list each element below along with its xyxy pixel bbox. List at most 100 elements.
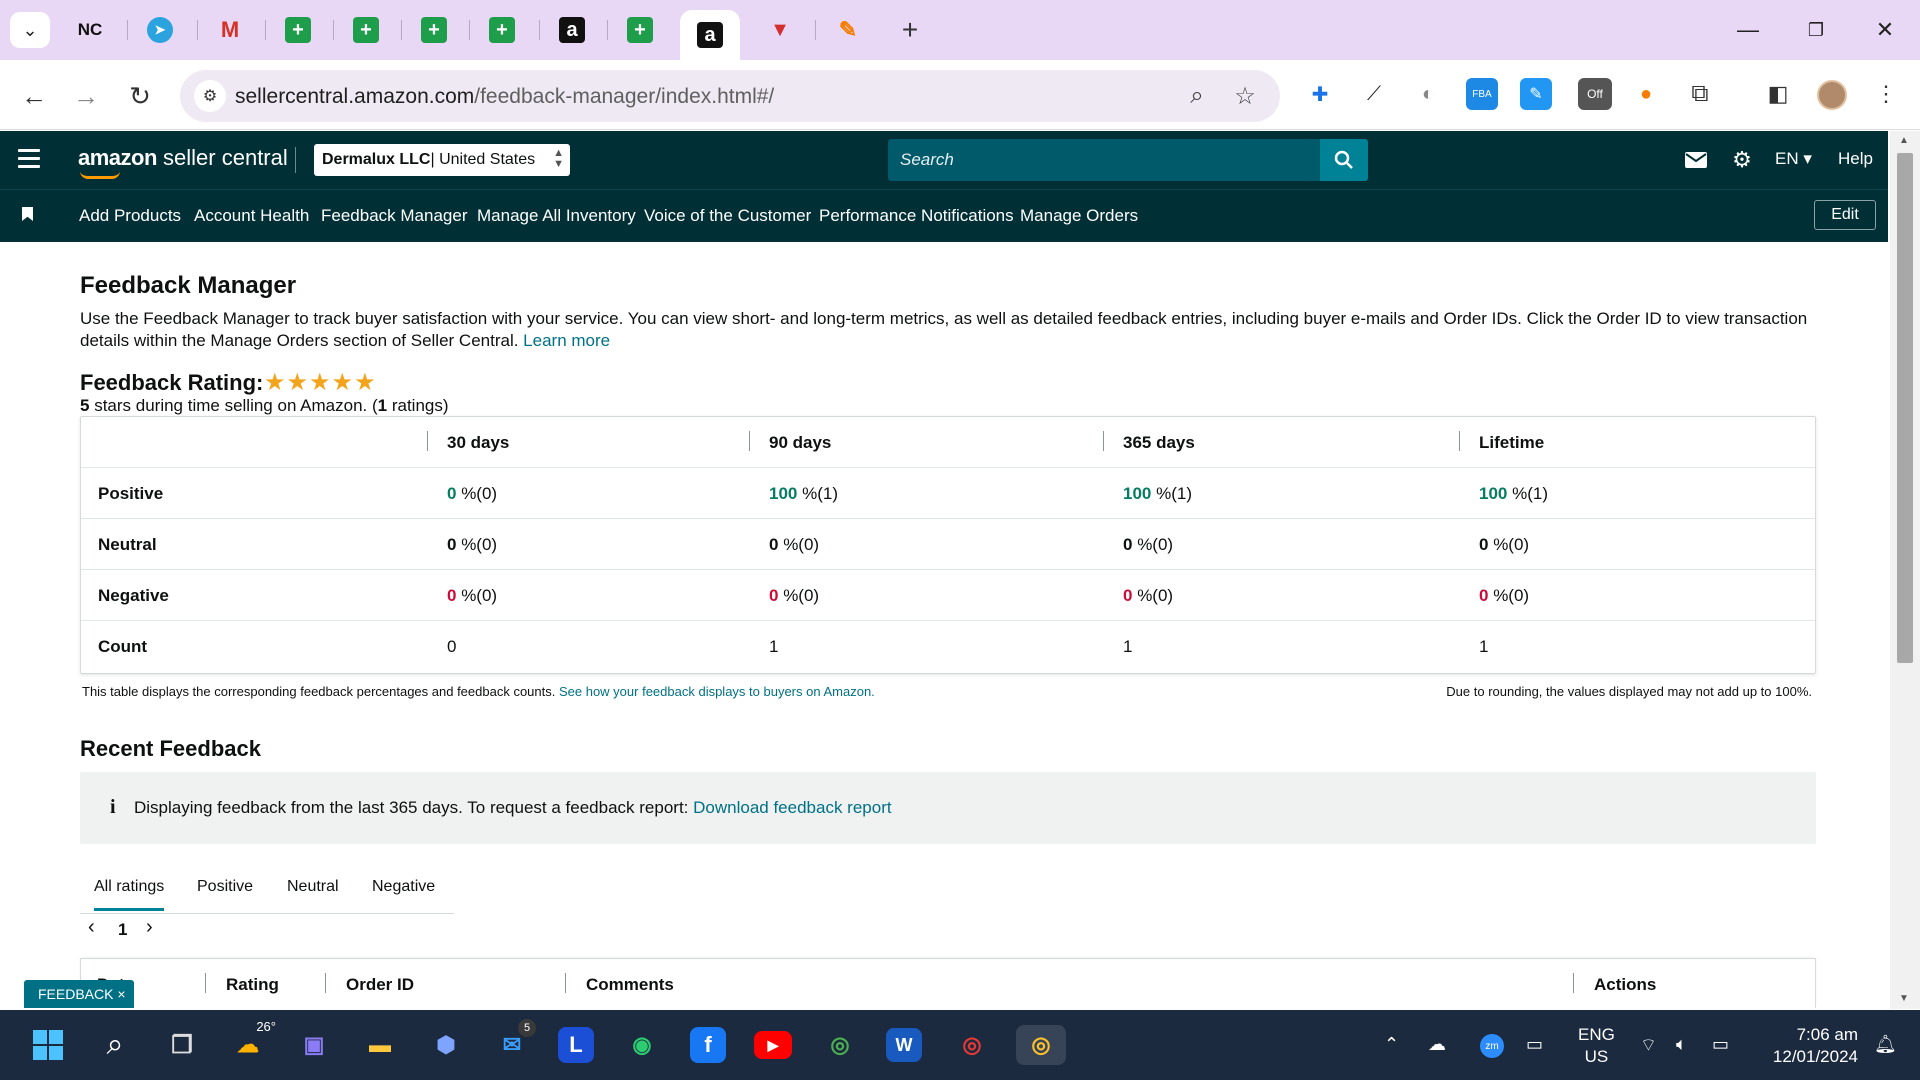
tab-neutral[interactable]: Neutral <box>287 878 339 896</box>
browser-menu-icon[interactable]: ⋮ <box>1870 78 1902 110</box>
help-link[interactable]: Help <box>1838 149 1873 169</box>
page-scrollbar[interactable]: ▲ ▼ <box>1890 131 1920 1009</box>
feedback-display-link[interactable]: See how your feedback displays to buyers… <box>559 684 875 699</box>
battery-icon[interactable]: ▭ <box>1712 1034 1729 1055</box>
mail-app-icon[interactable]: ✉ 5 <box>492 1019 536 1065</box>
download-feedback-report-link[interactable]: Download feedback report <box>693 798 891 817</box>
scroll-thumb[interactable] <box>1897 153 1913 663</box>
feedback-chip-button[interactable]: FEEDBACK × <box>24 980 134 1008</box>
tab-amazon-1[interactable]: a <box>540 10 604 50</box>
language-selector[interactable]: EN ▾ <box>1775 149 1812 169</box>
account-selector[interactable]: Dermalux LLC | United States ▲ ▼ <box>314 144 570 176</box>
file-explorer-icon[interactable]: ▬ <box>360 1025 400 1065</box>
language-indicator[interactable]: ENG US <box>1578 1024 1615 1068</box>
onedrive-icon[interactable]: ☁ <box>1428 1034 1446 1055</box>
zoom-icon[interactable]: ⌕ <box>1183 82 1211 110</box>
mail-icon[interactable] <box>1682 146 1710 174</box>
zoom-icon[interactable]: zm <box>1480 1034 1504 1058</box>
bookmark-icon[interactable] <box>22 207 33 221</box>
sheets-icon: + <box>627 17 653 43</box>
tray-overflow-icon[interactable]: ⌃ <box>1384 1034 1399 1055</box>
profile-avatar[interactable] <box>1817 80 1847 110</box>
sheets-icon: + <box>285 17 311 43</box>
word-icon[interactable]: W <box>886 1028 922 1062</box>
youtube-icon[interactable]: ▶ <box>754 1031 792 1059</box>
windows-start-icon[interactable] <box>28 1025 68 1065</box>
nav-add-products[interactable]: Add Products <box>79 206 181 226</box>
prev-page-icon[interactable]: ‹ <box>88 916 95 939</box>
page-number[interactable]: 1 <box>118 920 127 940</box>
tab-positive[interactable]: Positive <box>197 878 253 896</box>
tab-gmail[interactable]: M <box>198 10 262 50</box>
search-field[interactable] <box>888 139 1320 181</box>
search-button[interactable] <box>1320 139 1368 181</box>
extension-icon[interactable]: ◐ <box>1412 78 1444 110</box>
seller-central-logo[interactable]: amazon seller central <box>78 145 288 179</box>
tab-all-ratings[interactable]: All ratings <box>94 878 165 911</box>
side-panel-icon[interactable]: ◧ <box>1762 78 1794 110</box>
tab-sheets-3[interactable]: + <box>402 10 466 50</box>
reload-button[interactable]: ↻ <box>120 76 160 116</box>
extension-icon[interactable]: ⟋ <box>1358 78 1390 110</box>
tab-pen[interactable]: ✎ <box>816 10 880 50</box>
nav-voice-of-the-customer[interactable]: Voice of the Customer <box>644 206 811 226</box>
chrome-icon[interactable]: ◎ <box>820 1025 860 1065</box>
off-extension-icon[interactable]: Off <box>1578 78 1612 110</box>
hamburger-menu-icon[interactable] <box>18 149 40 169</box>
chat-icon[interactable]: ▣ <box>294 1025 334 1065</box>
next-page-icon[interactable]: › <box>146 916 153 939</box>
task-view-icon[interactable]: ❐ <box>162 1025 202 1065</box>
tab-telegram[interactable]: ➤ <box>128 10 192 50</box>
scroll-down-icon[interactable]: ▼ <box>1899 993 1909 1004</box>
tray-device-icon[interactable]: ▭ <box>1526 1034 1543 1055</box>
back-button[interactable]: ← <box>14 76 54 116</box>
fba-extension-icon[interactable]: FBA <box>1466 78 1498 110</box>
weather-icon[interactable]: ☁ 26° <box>228 1019 276 1065</box>
wifi-icon[interactable]: ⌔ <box>1640 1034 1657 1057</box>
chrome-profile-icon[interactable]: ◎ <box>952 1025 992 1065</box>
tab-search-button[interactable]: ⌄ <box>10 12 50 48</box>
extension-icon[interactable]: ✚ <box>1304 78 1336 110</box>
column-header: 30 days <box>447 433 510 452</box>
tab-sheets-5[interactable]: + <box>608 10 672 50</box>
minimize-button[interactable]: — <box>1723 12 1773 48</box>
extension-icon[interactable]: ✎ <box>1520 78 1552 110</box>
nav-account-health[interactable]: Account Health <box>194 206 309 226</box>
copilot-icon[interactable]: ⬢ <box>426 1025 466 1065</box>
site-info-icon[interactable]: ⚙ <box>194 80 226 112</box>
new-tab-button[interactable]: + <box>894 14 926 46</box>
search-icon[interactable]: ⌕ <box>95 1025 135 1065</box>
nav-manage-orders[interactable]: Manage Orders <box>1020 206 1138 226</box>
tab-nc[interactable]: NC <box>58 10 122 50</box>
volume-muted-icon[interactable]: 🔈︎ <box>1676 1034 1687 1055</box>
tab-red[interactable]: ▼ <box>748 10 812 50</box>
l-app-icon[interactable]: L <box>558 1027 594 1063</box>
tab-negative[interactable]: Negative <box>372 878 435 896</box>
settings-gear-icon[interactable]: ⚙ <box>1728 146 1756 174</box>
facebook-icon[interactable]: f <box>690 1027 726 1063</box>
close-window-button[interactable]: ✕ <box>1860 12 1910 48</box>
bookmark-star-icon[interactable]: ☆ <box>1231 82 1259 110</box>
tab-sheets-4[interactable]: + <box>470 10 534 50</box>
edit-bookmarks-button[interactable]: Edit <box>1814 200 1876 230</box>
tab-amazon-active[interactable]: a <box>680 10 740 60</box>
tab-sheets-1[interactable]: + <box>266 10 330 50</box>
feedback-list-header: Date Rating Order ID Comments Actions <box>80 958 1816 1008</box>
restore-button[interactable]: ❐ <box>1791 12 1841 48</box>
tab-sheets-2[interactable]: + <box>334 10 398 50</box>
url-text[interactable]: sellercentral.amazon.com/feedback-manage… <box>235 85 774 109</box>
address-bar[interactable]: ⚙ sellercentral.amazon.com/feedback-mana… <box>180 70 1280 122</box>
learn-more-link[interactable]: Learn more <box>523 331 610 350</box>
edge-browser-icon[interactable]: ◉ <box>622 1025 662 1065</box>
scroll-up-icon[interactable]: ▲ <box>1899 135 1909 146</box>
forward-button[interactable]: → <box>66 76 106 116</box>
notifications-icon[interactable]: 🔔︎ <box>1874 1034 1897 1055</box>
extension-icon[interactable]: ● <box>1630 78 1662 110</box>
search-input[interactable] <box>888 139 1320 181</box>
nav-manage-all-inventory[interactable]: Manage All Inventory <box>477 206 636 226</box>
clock[interactable]: 7:06 am 12/01/2024 <box>1758 1024 1858 1068</box>
chrome-active-icon[interactable]: ◎ <box>1016 1025 1066 1065</box>
nav-performance-notifications[interactable]: Performance Notifications <box>819 206 1014 226</box>
extensions-puzzle-icon[interactable]: ⧉ <box>1684 78 1716 110</box>
nav-feedback-manager[interactable]: Feedback Manager <box>321 206 467 226</box>
